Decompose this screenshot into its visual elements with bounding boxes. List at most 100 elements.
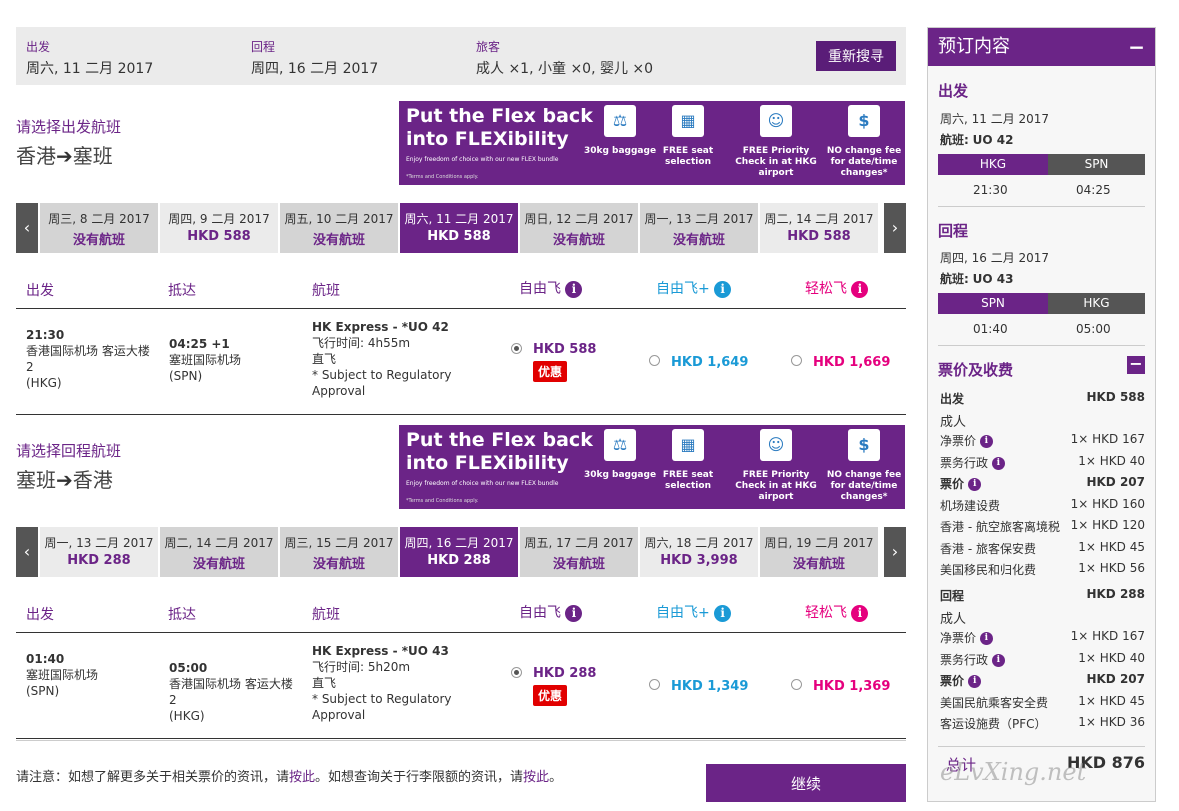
dep-code: (SPN): [26, 684, 60, 698]
fare2-radio[interactable]: [649, 679, 660, 690]
date-option[interactable]: 周三, 8 二月 2017 没有航班: [40, 203, 158, 253]
date-option[interactable]: 周四, 16 二月 2017 HKD 288: [400, 527, 518, 577]
outbound-route: 香港➔塞班: [16, 140, 113, 169]
date-option[interactable]: 周日, 12 二月 2017 没有航班: [520, 203, 638, 253]
fare1-radio[interactable]: [511, 667, 522, 678]
date-option[interactable]: 周一, 13 二月 2017 没有航班: [640, 203, 758, 253]
info-icon[interactable]: i: [968, 675, 982, 688]
sidebar-out-title: 出发: [938, 82, 969, 100]
date-option[interactable]: 周二, 14 二月 2017 没有航班: [160, 527, 278, 577]
info-icon[interactable]: i: [979, 435, 993, 448]
fare3-radio[interactable]: [791, 679, 802, 690]
date-option[interactable]: 周一, 13 二月 2017 HKD 288: [40, 527, 158, 577]
fee-row: 香港 - 旅客保安费 1× HKD 45: [940, 540, 1145, 558]
arrival-info: 05:00 香港国际机场 客运大楼 2 (HKG): [169, 660, 294, 724]
outbound-date-strip: ‹ 周三, 8 二月 2017 没有航班 周四, 9 二月 2017 HKD 588 周五…: [16, 203, 906, 253]
info-icon[interactable]: i: [565, 604, 583, 622]
segment-destination: SPN: [1048, 154, 1145, 175]
fee-row: 机场建设费 1× HKD 160: [940, 497, 1145, 515]
header-divider: [16, 308, 906, 309]
date-option[interactable]: 周日, 19 二月 2017 没有航班: [760, 527, 878, 577]
feature-label: FREE seat selection: [662, 146, 714, 167]
date-option[interactable]: 周二, 14 二月 2017 HKD 588: [760, 203, 878, 253]
info-icon[interactable]: i: [714, 604, 732, 622]
segment-origin: SPN: [938, 293, 1048, 314]
fee-row: 票价 i HKD 207: [940, 475, 1145, 493]
fare1-label: 自由飞: [519, 281, 566, 297]
fee-name: 香港 - 航空旅客离境税: [940, 520, 1060, 534]
depart-date: 周六, 11 二月 2017: [26, 61, 154, 77]
fare-note: 请注意：如想了解更多关于相关票价的资讯，请按此。如想查询关于行李限额的资讯，请按…: [16, 770, 563, 785]
date-option[interactable]: 周三, 15 二月 2017 没有航班: [280, 527, 398, 577]
fare1-radio[interactable]: [511, 343, 522, 354]
info-icon[interactable]: i: [714, 280, 732, 298]
date-price: 没有航班: [792, 557, 845, 572]
discount-badge: 优惠: [533, 361, 568, 382]
fare2-price: HKD 1,649: [671, 355, 749, 370]
info-icon[interactable]: i: [565, 280, 583, 298]
date-option[interactable]: 周五, 10 二月 2017 没有航班: [280, 203, 398, 253]
date-label: 周五, 10 二月 2017: [284, 212, 394, 226]
baggage-info-link[interactable]: 按此: [523, 770, 549, 785]
info-icon[interactable]: i: [991, 456, 1005, 470]
fee-name: 美国移民和归化费: [940, 563, 1037, 577]
info-icon[interactable]: i: [979, 632, 993, 645]
col-fare1: 自由飞 i: [519, 602, 583, 622]
out-dep-time: 21:30: [973, 183, 1008, 197]
continue-button[interactable]: 继续: [706, 764, 906, 802]
no-fee-icon: $: [848, 105, 880, 137]
fare2-radio[interactable]: [649, 355, 660, 366]
fare1-price: HKD 288: [533, 666, 597, 681]
seat-icon: ▦: [672, 429, 704, 461]
flex-banner[interactable]: Put the Flex back into FLEXibility Enjoy f…: [399, 425, 905, 509]
collapse-icon[interactable]: −: [1127, 356, 1145, 374]
fare3-radio[interactable]: [791, 355, 802, 366]
date-price: 没有航班: [72, 233, 125, 248]
research-button[interactable]: 重新搜寻: [816, 41, 896, 71]
flight-name: HK Express - *UO 43: [312, 644, 449, 658]
divider: [16, 740, 906, 741]
regulatory-note: * Subject to Regulatory Approval: [312, 368, 452, 398]
flex-banner[interactable]: Put the Flex back into FLEXibility Enjoy f…: [399, 101, 905, 185]
fee-row: 客运设施费（PFC） 1× HKD 36: [940, 715, 1145, 733]
info-icon[interactable]: i: [968, 478, 982, 491]
fee-name: 机场建设费: [940, 498, 1001, 513]
next-dates-icon[interactable]: ›: [884, 527, 906, 577]
info-icon[interactable]: i: [851, 280, 869, 298]
flight-name: HK Express - *UO 42: [312, 320, 449, 334]
col-fare3: 轻松飞 i: [805, 278, 869, 298]
date-option[interactable]: 周四, 9 二月 2017 HKD 588: [160, 203, 278, 253]
fare-info-link[interactable]: 按此: [289, 770, 315, 785]
banner-feature: ☺ FREE Priority Check in at HKG airport: [731, 429, 821, 503]
fee-row: 美国民航乘客安全费 1× HKD 45: [940, 694, 1145, 712]
fee-section-header: 出发 HKD 588: [940, 390, 1145, 408]
date-option[interactable]: 周六, 18 二月 2017 HKD 3,998: [640, 527, 758, 577]
info-icon[interactable]: i: [851, 604, 869, 622]
prev-dates-icon[interactable]: ‹: [16, 527, 38, 577]
arr-time: 05:00: [169, 661, 208, 675]
dep-time: 21:30: [26, 328, 65, 342]
next-dates-icon[interactable]: ›: [884, 203, 906, 253]
banner-feature: $ NO change fee for date/time changes*: [819, 429, 905, 503]
pax-label: 旅客: [476, 40, 501, 54]
banner-feature: ▦ FREE seat selection: [643, 105, 733, 168]
col-depart: 出发: [26, 283, 54, 299]
date-label: 周四, 9 二月 2017: [168, 212, 270, 226]
date-option[interactable]: 周六, 11 二月 2017 HKD 588: [400, 203, 518, 253]
col-fare2: 自由飞+ i: [656, 278, 732, 298]
dep-code: (HKG): [26, 376, 62, 390]
check-in-icon: ☺: [760, 429, 792, 461]
date-option[interactable]: 周五, 17 二月 2017 没有航班: [520, 527, 638, 577]
fare1-label: 自由飞: [519, 605, 566, 621]
fee-name: 净票价: [940, 631, 980, 645]
minimize-icon[interactable]: −: [1128, 28, 1145, 66]
fare2-label: 自由飞+: [656, 281, 715, 297]
banner-feature: ▦ FREE seat selection: [643, 429, 733, 492]
pax-type: 成人: [940, 612, 967, 627]
prev-dates-icon[interactable]: ‹: [16, 203, 38, 253]
arrow-right-icon: ➔: [56, 468, 73, 492]
fee-value: 1× HKD 40: [1078, 453, 1145, 468]
info-icon[interactable]: i: [991, 653, 1005, 667]
fee-value: 1× HKD 36: [1078, 715, 1145, 729]
inbound-flight-table: 出发 抵达 航班 自由飞 i 自由飞+ i 轻松飞 i 01:40 塞班国际机场 (SPN) 05…: [16, 594, 906, 739]
